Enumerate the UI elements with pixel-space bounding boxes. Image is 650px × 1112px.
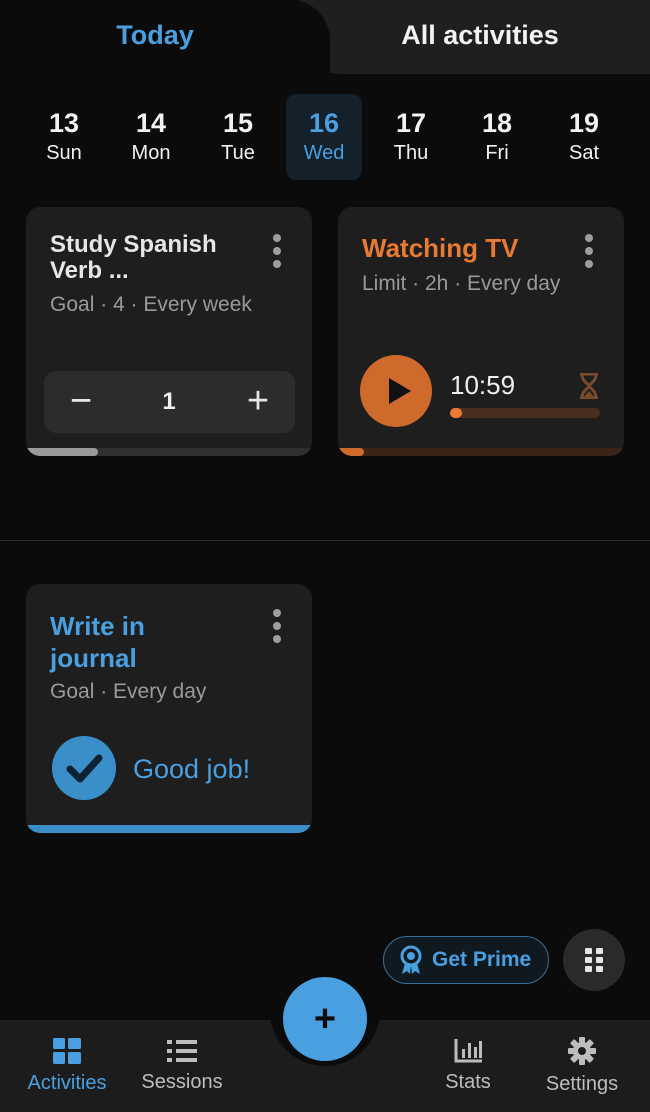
date-19[interactable]: 19 Sat bbox=[546, 94, 622, 180]
get-prime-button[interactable]: Get Prime bbox=[383, 936, 549, 984]
card-title: Watching TV bbox=[362, 233, 519, 263]
card-title: Study Spanish Verb ... bbox=[50, 231, 217, 284]
add-activity-button[interactable]: + bbox=[283, 977, 367, 1061]
hourglass-icon bbox=[580, 373, 598, 399]
activity-card-tv[interactable]: Watching TV Limit · 2h · Every day 10:59 bbox=[338, 207, 624, 456]
dashboard-icon bbox=[53, 1037, 81, 1064]
card-subtitle: Goal · Every day bbox=[50, 680, 207, 703]
timer-progress-track bbox=[450, 408, 600, 418]
date-number: 13 bbox=[48, 108, 80, 138]
timer-readout: 10:59 bbox=[450, 370, 516, 400]
decrement-button[interactable]: − bbox=[58, 379, 104, 425]
nav-activities-label: Activities bbox=[27, 1071, 107, 1094]
date-16-selected[interactable]: 16 Wed bbox=[286, 94, 362, 180]
nav-sessions-label: Sessions bbox=[141, 1070, 223, 1093]
play-icon bbox=[389, 378, 411, 404]
grid-view-button[interactable] bbox=[563, 929, 625, 991]
quantity-stepper: − 1 + bbox=[44, 371, 295, 433]
nav-activities[interactable]: Activities bbox=[18, 1020, 116, 1112]
grid-dots-icon bbox=[585, 948, 603, 972]
more-menu-icon[interactable] bbox=[579, 234, 599, 268]
more-menu-icon[interactable] bbox=[267, 609, 287, 643]
section-divider bbox=[0, 540, 650, 541]
date-number: 17 bbox=[395, 108, 427, 138]
date-weekday: Sat bbox=[568, 142, 600, 164]
date-weekday: Sun bbox=[46, 142, 82, 164]
award-icon bbox=[400, 945, 422, 974]
progress-track bbox=[338, 448, 624, 456]
date-15[interactable]: 15 Tue bbox=[200, 94, 276, 180]
increment-button[interactable]: + bbox=[235, 379, 281, 425]
more-menu-icon[interactable] bbox=[267, 234, 287, 268]
nav-sessions[interactable]: Sessions bbox=[132, 1020, 232, 1112]
date-17[interactable]: 17 Thu bbox=[373, 94, 449, 180]
count-value: 1 bbox=[162, 388, 176, 415]
nav-stats-label: Stats bbox=[445, 1070, 491, 1093]
get-prime-label: Get Prime bbox=[432, 948, 532, 971]
date-weekday: Thu bbox=[393, 142, 429, 164]
date-weekday: Tue bbox=[221, 142, 255, 164]
progress-fill bbox=[26, 825, 312, 833]
date-number: 15 bbox=[222, 108, 254, 138]
list-icon bbox=[167, 1039, 197, 1062]
date-weekday: Wed bbox=[303, 142, 345, 164]
date-weekday: Mon bbox=[131, 142, 171, 164]
date-weekday: Fri bbox=[485, 142, 509, 164]
date-number: 19 bbox=[568, 108, 600, 138]
nav-settings[interactable]: Settings bbox=[532, 1020, 632, 1112]
date-13[interactable]: 13 Sun bbox=[26, 94, 102, 180]
date-strip: 13 Sun 14 Mon 15 Tue 16 Wed 17 Thu 18 Fri 19 Sa… bbox=[20, 94, 630, 180]
bar-chart-icon bbox=[454, 1038, 482, 1062]
progress-fill bbox=[338, 448, 364, 456]
tab-all-activities[interactable]: All activities bbox=[330, 0, 630, 70]
date-number: 14 bbox=[135, 108, 167, 138]
date-14[interactable]: 14 Mon bbox=[113, 94, 189, 180]
gear-icon bbox=[568, 1036, 596, 1065]
card-subtitle: Goal · 4 · Every week bbox=[50, 293, 252, 316]
date-18[interactable]: 18 Fri bbox=[459, 94, 535, 180]
check-icon bbox=[52, 736, 116, 800]
nav-settings-label: Settings bbox=[545, 1072, 619, 1095]
activity-card-spanish[interactable]: Study Spanish Verb ... Goal · 4 · Every … bbox=[26, 207, 312, 456]
tab-today[interactable]: Today bbox=[0, 0, 310, 70]
date-number: 18 bbox=[481, 108, 513, 138]
card-title: Write in journal bbox=[50, 611, 145, 673]
tab-bar: Today All activities bbox=[0, 0, 650, 74]
activity-card-journal[interactable]: Write in journal Goal · Every day Good j… bbox=[26, 584, 312, 833]
date-number: 16 bbox=[308, 108, 340, 138]
timer-progress-fill bbox=[450, 408, 462, 418]
play-button[interactable] bbox=[360, 355, 432, 427]
progress-fill bbox=[26, 448, 98, 456]
completion-status: Good job! bbox=[133, 754, 251, 784]
card-subtitle: Limit · 2h · Every day bbox=[362, 272, 561, 295]
nav-stats[interactable]: Stats bbox=[428, 1020, 508, 1112]
